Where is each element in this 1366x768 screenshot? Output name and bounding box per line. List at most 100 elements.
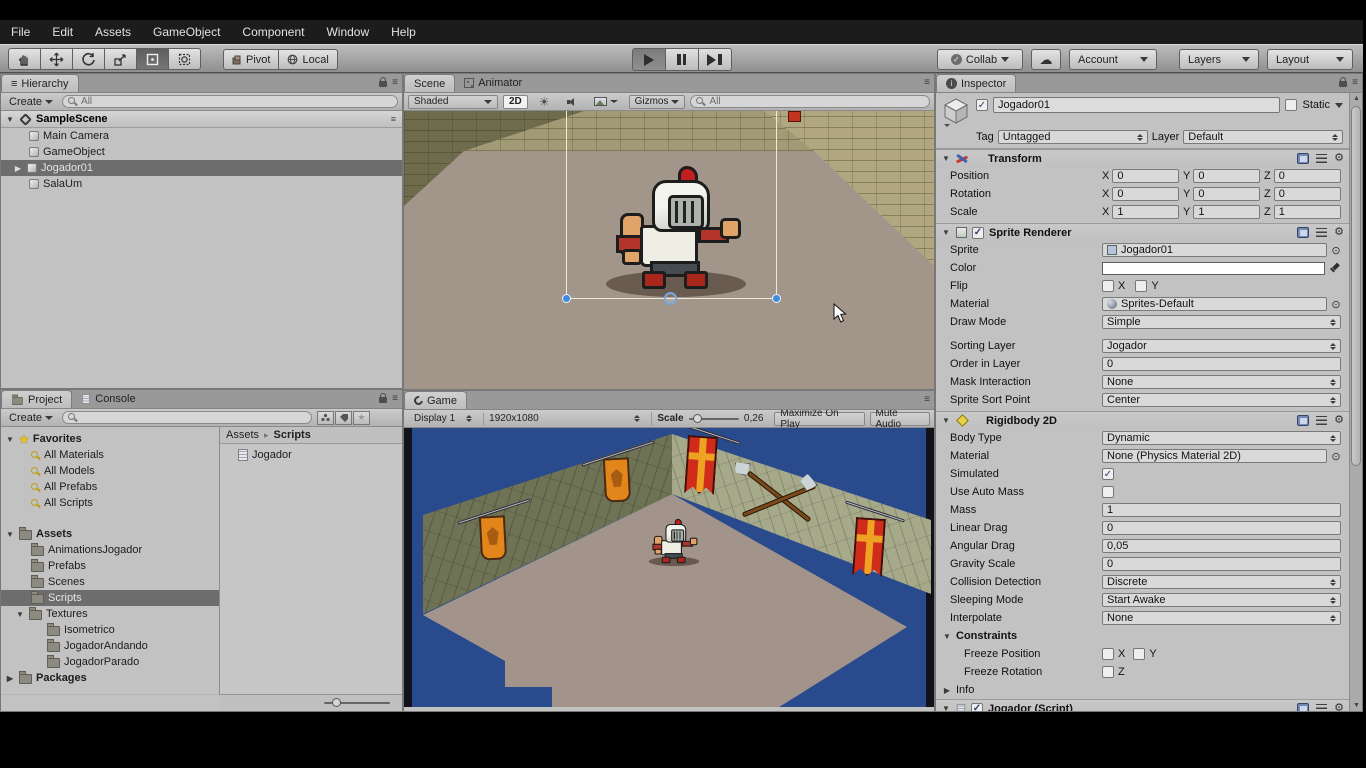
search-by-type-button[interactable] [317, 411, 334, 425]
static-checkbox[interactable] [1285, 99, 1297, 111]
rotation-x-field[interactable]: 0 [1112, 187, 1179, 201]
position-z-field[interactable]: 0 [1274, 169, 1341, 183]
folder-scripts[interactable]: Scripts [1, 590, 219, 606]
material-object-field[interactable]: Sprites-Default [1102, 297, 1327, 311]
disclosure-down-icon[interactable]: ▼ [5, 435, 15, 444]
transform-header[interactable]: ▼ Transform ⚙ [936, 149, 1349, 167]
sleeping-mode-dropdown[interactable]: Start Awake [1102, 593, 1341, 607]
scroll-down-icon[interactable]: ▼ [1353, 702, 1360, 709]
sprite-pivot-handle[interactable] [664, 292, 677, 305]
flip-y-checkbox[interactable] [1135, 280, 1147, 292]
sprite-sort-point-dropdown[interactable]: Center [1102, 393, 1341, 407]
mute-audio-button[interactable]: Mute Audio [870, 412, 931, 426]
breadcrumb-current[interactable]: Scripts [274, 429, 311, 441]
position-y-field[interactable]: 0 [1193, 169, 1260, 183]
mask-interaction-dropdown[interactable]: None [1102, 375, 1341, 389]
disclosure-down-icon[interactable]: ▼ [941, 704, 951, 711]
sprite-object-field[interactable]: Jogador01 [1102, 243, 1327, 257]
folder-textures[interactable]: ▼ Textures [1, 606, 219, 622]
scene-viewport[interactable] [404, 111, 934, 389]
script-enabled-checkbox[interactable]: ✓ [971, 703, 983, 712]
scale-y-field[interactable]: 1 [1193, 205, 1260, 219]
scene-lighting-button[interactable]: ☀ [533, 95, 556, 109]
angular-drag-field[interactable]: 0,05 [1102, 539, 1341, 553]
move-tool-button[interactable] [40, 48, 73, 70]
static-dropdown-icon[interactable] [1335, 103, 1343, 108]
help-icon[interactable] [1297, 153, 1309, 164]
menu-gameobject[interactable]: GameObject [142, 20, 231, 44]
sprite-renderer-enabled-checkbox[interactable]: ✓ [972, 227, 984, 239]
maximize-on-play-button[interactable]: Maximize On Play [774, 412, 864, 426]
disclosure-right-icon[interactable]: ▶ [13, 164, 23, 173]
game-viewport[interactable] [404, 428, 934, 707]
scene-audio-button[interactable] [561, 95, 583, 109]
resolution-dropdown[interactable]: 1920x1080 [483, 412, 646, 426]
panel-menu-icon[interactable]: ≡ [392, 393, 398, 404]
shading-mode-dropdown[interactable]: Shaded [408, 95, 498, 109]
folder-jogadorandando[interactable]: JogadorAndando [1, 638, 219, 654]
mass-field[interactable]: 1 [1102, 503, 1341, 517]
menu-window[interactable]: Window [315, 20, 380, 44]
folder-animationsjogador[interactable]: AnimationsJogador [1, 542, 219, 558]
knight-sprite[interactable] [612, 169, 744, 291]
panel-menu-icon[interactable]: ≡ [392, 77, 398, 88]
file-jogador[interactable]: Jogador [220, 447, 402, 463]
hierarchy-item-salaum[interactable]: SalaUm [1, 176, 402, 192]
hierarchy-item-main-camera[interactable]: Main Camera [1, 128, 402, 144]
collab-button[interactable]: ✓ Collab [937, 49, 1023, 70]
menu-edit[interactable]: Edit [41, 20, 84, 44]
folder-jogadorparado[interactable]: JogadorParado [1, 654, 219, 670]
menu-help[interactable]: Help [380, 20, 427, 44]
tab-hierarchy[interactable]: ≡ Hierarchy [1, 74, 79, 92]
lock-icon[interactable] [1339, 81, 1347, 87]
menu-assets[interactable]: Assets [84, 20, 142, 44]
folder-isometrico[interactable]: Isometrico [1, 622, 219, 638]
packages-root[interactable]: ▶ Packages [1, 670, 219, 686]
layers-button[interactable]: Layers [1179, 49, 1259, 70]
folder-prefabs[interactable]: Prefabs [1, 558, 219, 574]
hand-tool-button[interactable] [8, 48, 41, 70]
presets-icon[interactable] [1316, 154, 1327, 163]
sprite-renderer-header[interactable]: ▼ ✓ Sprite Renderer ⚙ [936, 223, 1349, 241]
play-button[interactable] [632, 48, 666, 71]
slider-knob[interactable] [332, 698, 341, 707]
help-icon[interactable] [1297, 703, 1309, 711]
freeze-position-x-checkbox[interactable] [1102, 648, 1114, 660]
disclosure-down-icon[interactable]: ▼ [15, 610, 25, 619]
assets-root[interactable]: ▼ Assets [1, 526, 219, 542]
tab-game[interactable]: Game [404, 391, 467, 409]
panel-menu-icon[interactable]: ≡ [1352, 77, 1358, 88]
rigidbody-header[interactable]: ▼ Rigidbody 2D ⚙ [936, 411, 1349, 429]
favorite-all-models[interactable]: All Models [1, 463, 219, 479]
scene-root-row[interactable]: ▼ SampleScene ≡ [1, 111, 402, 128]
scale-slider-knob[interactable] [693, 414, 702, 423]
tab-scene[interactable]: Scene [404, 74, 455, 92]
menu-component[interactable]: Component [231, 20, 315, 44]
local-toggle-button[interactable]: Local [278, 49, 337, 70]
script-header[interactable]: ▼ ✓ Jogador (Script) ⚙ [936, 699, 1349, 711]
account-button[interactable]: Account [1069, 49, 1157, 70]
sorting-layer-dropdown[interactable]: Jogador [1102, 339, 1341, 353]
lock-icon[interactable] [379, 81, 387, 87]
gear-icon[interactable]: ⚙ [1334, 703, 1344, 711]
favorite-all-prefabs[interactable]: All Prefabs [1, 479, 219, 495]
scale-x-field[interactable]: 1 [1112, 205, 1179, 219]
disclosure-down-icon[interactable]: ▼ [941, 154, 951, 163]
scrollbar-thumb[interactable] [1351, 106, 1361, 466]
project-create-button[interactable]: Create [5, 411, 57, 425]
pivot-toggle-button[interactable]: Pivot [223, 49, 279, 70]
object-picker-icon[interactable]: ⊙ [1331, 244, 1341, 257]
panel-menu-icon[interactable]: ≡ [924, 394, 930, 405]
favorite-all-scripts[interactable]: All Scripts [1, 495, 219, 511]
eyedropper-icon[interactable] [1329, 262, 1341, 274]
disclosure-down-icon[interactable]: ▼ [5, 115, 15, 124]
project-search-input[interactable] [62, 411, 312, 424]
scene-effects-dropdown[interactable] [588, 95, 624, 109]
freeze-rotation-z-checkbox[interactable] [1102, 666, 1114, 678]
interpolate-dropdown[interactable]: None [1102, 611, 1341, 625]
scene-search-input[interactable]: All [690, 95, 930, 108]
body-type-dropdown[interactable]: Dynamic [1102, 431, 1341, 445]
active-checkbox[interactable]: ✓ [976, 99, 988, 111]
tab-console[interactable]: Console [72, 390, 144, 408]
disclosure-down-icon[interactable]: ▼ [941, 416, 951, 425]
